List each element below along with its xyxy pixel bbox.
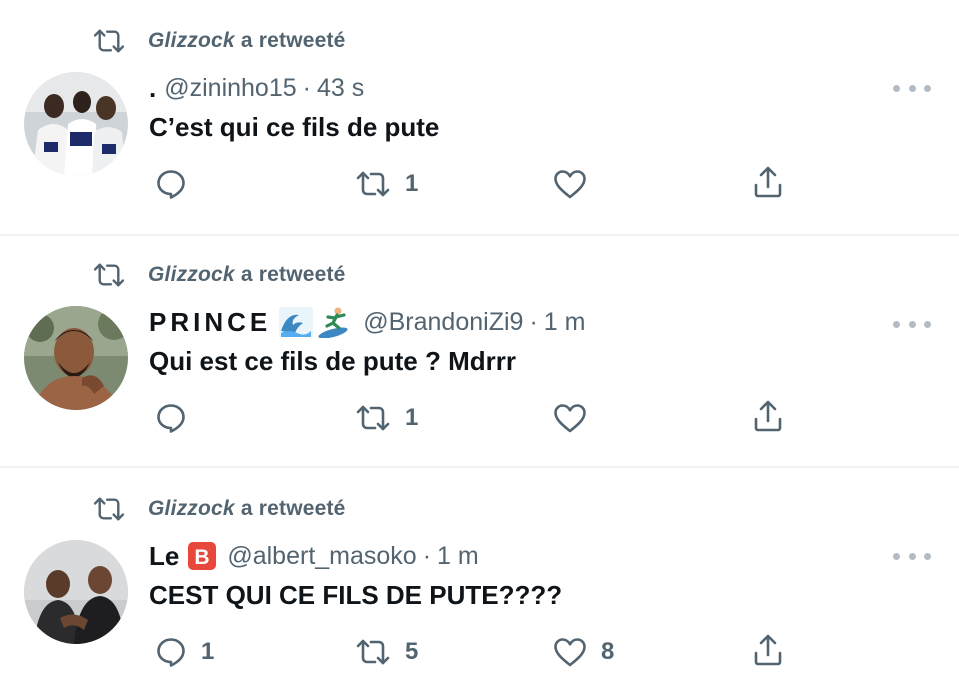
tweet[interactable]: Glizzock a retweeté PRINCE @BrandoniZi9 … (0, 236, 959, 466)
user-handle[interactable]: @BrandoniZi9 (363, 308, 523, 337)
separator: · (302, 73, 311, 102)
retweeter-name[interactable]: Glizzock (148, 263, 235, 286)
retweet-button[interactable]: 1 (355, 166, 418, 202)
heart-icon (553, 636, 587, 668)
share-button[interactable] (752, 164, 784, 200)
tweet-text: Qui est ce fils de pute ? Mdrrr (149, 346, 516, 376)
svg-text:B: B (195, 546, 210, 569)
user-handle[interactable]: @zininho15 (164, 74, 296, 103)
share-button[interactable] (752, 398, 784, 434)
more-icon[interactable] (893, 546, 931, 566)
retweet-icon (92, 262, 126, 288)
share-icon (752, 633, 784, 667)
retweet-icon (355, 170, 391, 198)
like-button[interactable]: 8 (553, 634, 614, 670)
retweet-header: Glizzock a retweeté (92, 260, 346, 290)
b-button-emoji: B (187, 541, 217, 571)
retweet-header: Glizzock a retweeté (92, 26, 346, 56)
retweet-label: a retweeté (234, 263, 346, 286)
tweet-header: PRINCE @BrandoniZi9 · 1 m (149, 302, 585, 342)
retweet-icon (355, 404, 391, 432)
tweet-header: . @zininho15 · 43 s (149, 68, 364, 108)
reply-button[interactable] (155, 166, 201, 202)
retweet-count: 5 (405, 638, 419, 665)
reply-button[interactable]: 1 (155, 634, 214, 670)
retweet-header: Glizzock a retweeté (92, 494, 346, 524)
heart-icon (553, 168, 587, 200)
share-icon (752, 165, 784, 199)
display-name[interactable]: . (149, 73, 156, 104)
timestamp[interactable]: 1 m (544, 308, 586, 337)
share-icon (752, 399, 784, 433)
water-wave-emoji (279, 307, 314, 337)
display-name[interactable]: PRINCE (149, 307, 271, 338)
avatar[interactable] (24, 540, 128, 644)
reply-icon (155, 636, 187, 668)
more-icon[interactable] (893, 78, 931, 98)
timestamp[interactable]: 43 s (317, 74, 364, 103)
heart-icon (553, 402, 587, 434)
like-button[interactable] (553, 400, 601, 436)
avatar[interactable] (24, 306, 128, 410)
retweeter-name[interactable]: Glizzock (148, 497, 235, 520)
retweet-button[interactable]: 5 (355, 634, 418, 670)
like-count: 8 (601, 638, 615, 665)
retweet-icon (92, 28, 126, 54)
display-name[interactable]: Le (149, 541, 179, 572)
reply-icon (155, 168, 187, 200)
retweet-count: 1 (405, 404, 419, 431)
share-button[interactable] (752, 632, 784, 668)
retweet-icon (92, 496, 126, 522)
reply-button[interactable] (155, 400, 201, 436)
tweet[interactable]: Glizzock a retweeté Le B @albert_masoko … (0, 468, 959, 683)
retweet-icon (355, 638, 391, 666)
user-handle[interactable]: @albert_masoko (227, 542, 416, 571)
separator: · (422, 541, 432, 570)
tweet-header: Le B @albert_masoko · 1 m (149, 536, 479, 576)
timestamp[interactable]: 1 m (437, 542, 479, 571)
retweet-button[interactable]: 1 (355, 400, 418, 436)
retweeter-name[interactable]: Glizzock (148, 29, 235, 52)
like-button[interactable] (553, 166, 601, 202)
avatar[interactable] (24, 72, 128, 176)
tweet[interactable]: Glizzock a retweeté . @zininho15 · 43 s … (0, 0, 959, 234)
surfer-emoji (317, 306, 353, 338)
tweet-text: C’est qui ce fils de pute (149, 112, 440, 142)
more-icon[interactable] (893, 314, 931, 334)
retweet-count: 1 (405, 170, 419, 197)
separator: · (529, 307, 538, 336)
tweet-text: CEST QUI CE FILS DE PUTE???? (149, 580, 563, 610)
reply-count: 1 (201, 638, 215, 665)
reply-icon (155, 402, 187, 434)
retweet-label: a retweeté (234, 29, 346, 52)
retweet-label: a retweeté (234, 497, 346, 520)
